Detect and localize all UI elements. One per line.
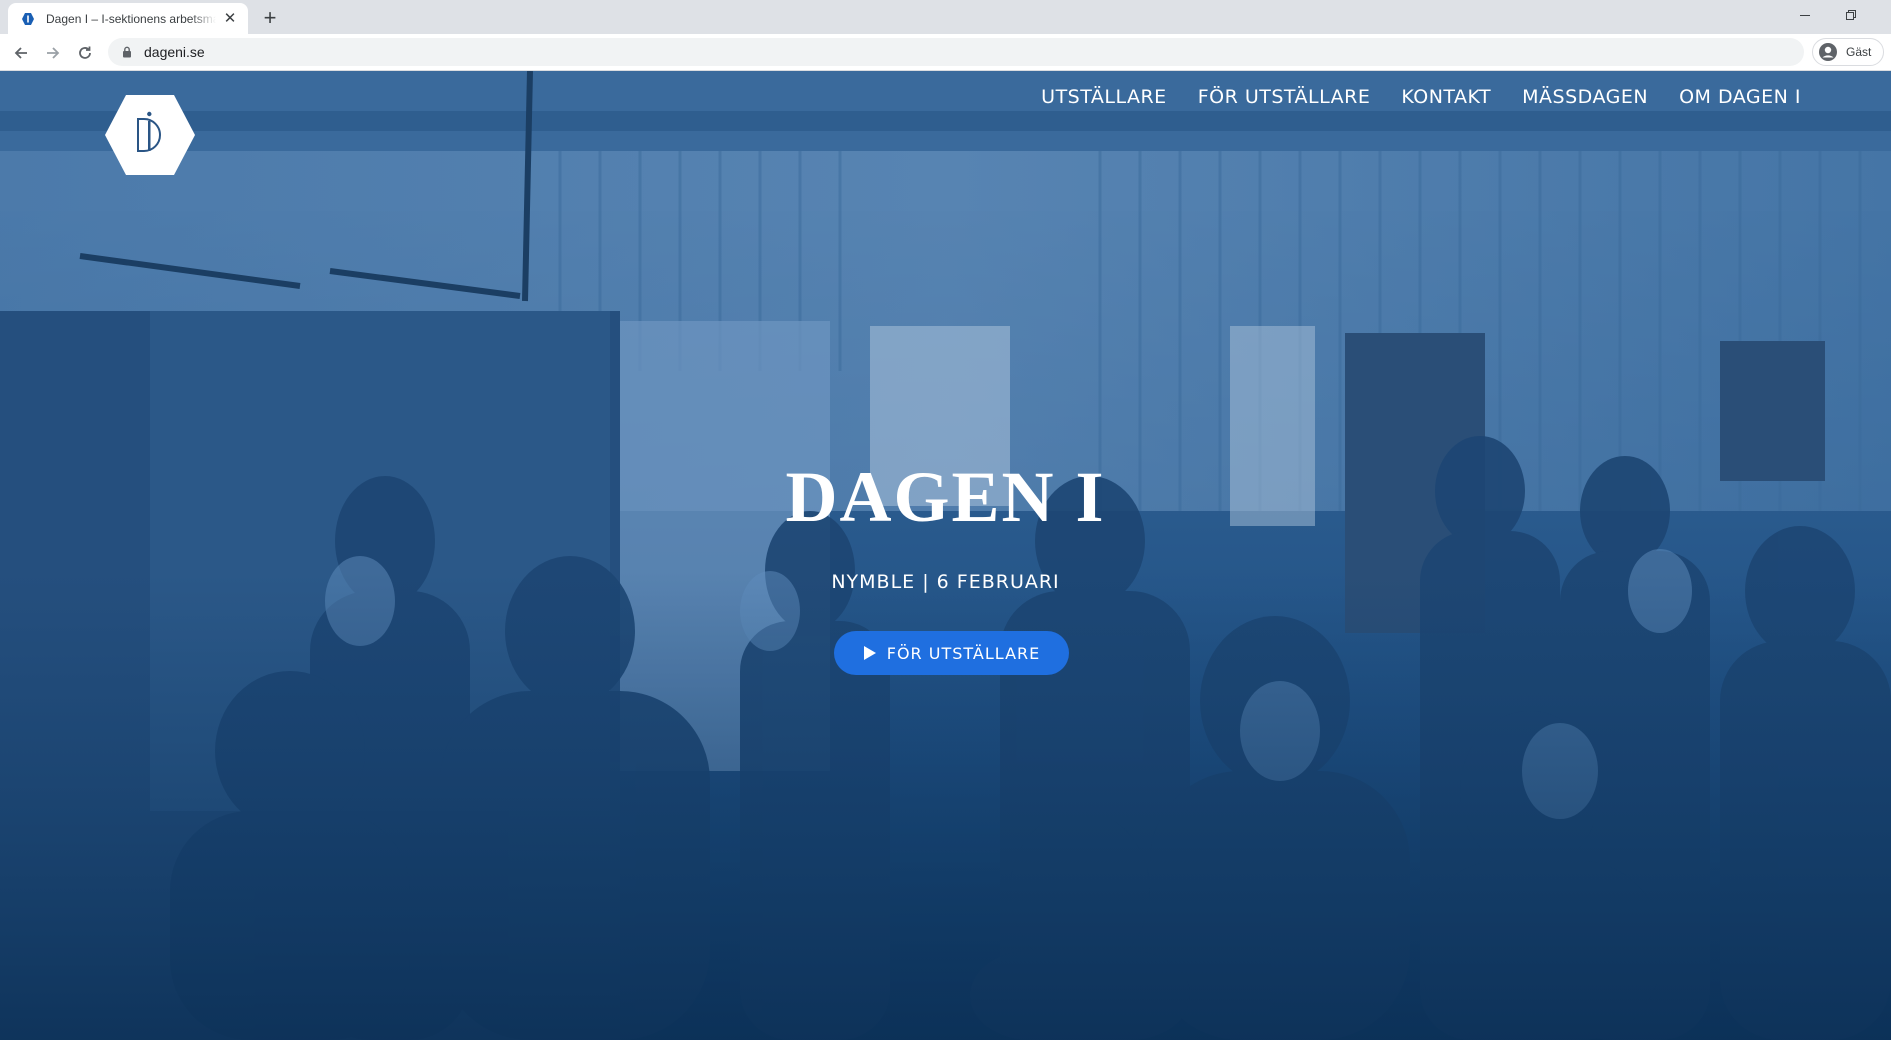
forward-arrow-icon[interactable] <box>39 39 67 67</box>
plus-icon[interactable]: + <box>258 6 282 30</box>
nav-utstallare[interactable]: UTSTÄLLARE <box>1041 86 1167 108</box>
nav-massdagen[interactable]: MÄSSDAGEN <box>1522 86 1648 108</box>
lock-icon <box>120 45 134 59</box>
nav-om-dagen-i[interactable]: OM DAGEN I <box>1679 86 1801 108</box>
account-circle-icon <box>1818 42 1838 62</box>
dagen-i-logo[interactable] <box>104 94 196 176</box>
restore-icon[interactable] <box>1828 0 1874 30</box>
back-arrow-icon[interactable] <box>7 39 35 67</box>
for-utstallare-button[interactable]: FÖR UTSTÄLLARE <box>834 631 1069 675</box>
url-text: dageni.se <box>144 44 205 60</box>
nav-kontakt[interactable]: KONTAKT <box>1401 86 1491 108</box>
reload-icon[interactable] <box>71 39 99 67</box>
hexagon-logo-icon <box>20 11 36 27</box>
minimize-icon[interactable] <box>1782 0 1828 30</box>
profile-button[interactable]: Gäst <box>1812 38 1884 66</box>
hero-title: DAGEN I <box>785 457 1106 537</box>
nav-for-utstallare[interactable]: FÖR UTSTÄLLARE <box>1198 86 1371 108</box>
hero-background-photo <box>0 71 1891 1040</box>
browser-tab[interactable]: Dagen I – I-sektionens arbetsmarknadsdag… <box>8 3 248 34</box>
tab-title: Dagen I – I-sektionens arbetsmarknadsdag <box>46 11 216 26</box>
browser-tab-strip: Dagen I – I-sektionens arbetsmarknadsdag… <box>0 0 1891 34</box>
main-navigation: UTSTÄLLARE FÖR UTSTÄLLARE KONTAKT MÄSSDA… <box>1041 86 1801 108</box>
hero-section: UTSTÄLLARE FÖR UTSTÄLLARE KONTAKT MÄSSDA… <box>0 71 1891 1040</box>
hero-subtitle: NYMBLE | 6 FEBRUARI <box>831 571 1060 593</box>
play-icon <box>863 645 877 661</box>
address-bar[interactable]: dageni.se <box>108 38 1804 66</box>
close-icon[interactable]: ✕ <box>222 11 238 27</box>
cta-label: FÖR UTSTÄLLARE <box>886 643 1041 663</box>
profile-label: Gäst <box>1846 45 1872 59</box>
browser-toolbar: dageni.se Gäst <box>0 34 1891 71</box>
